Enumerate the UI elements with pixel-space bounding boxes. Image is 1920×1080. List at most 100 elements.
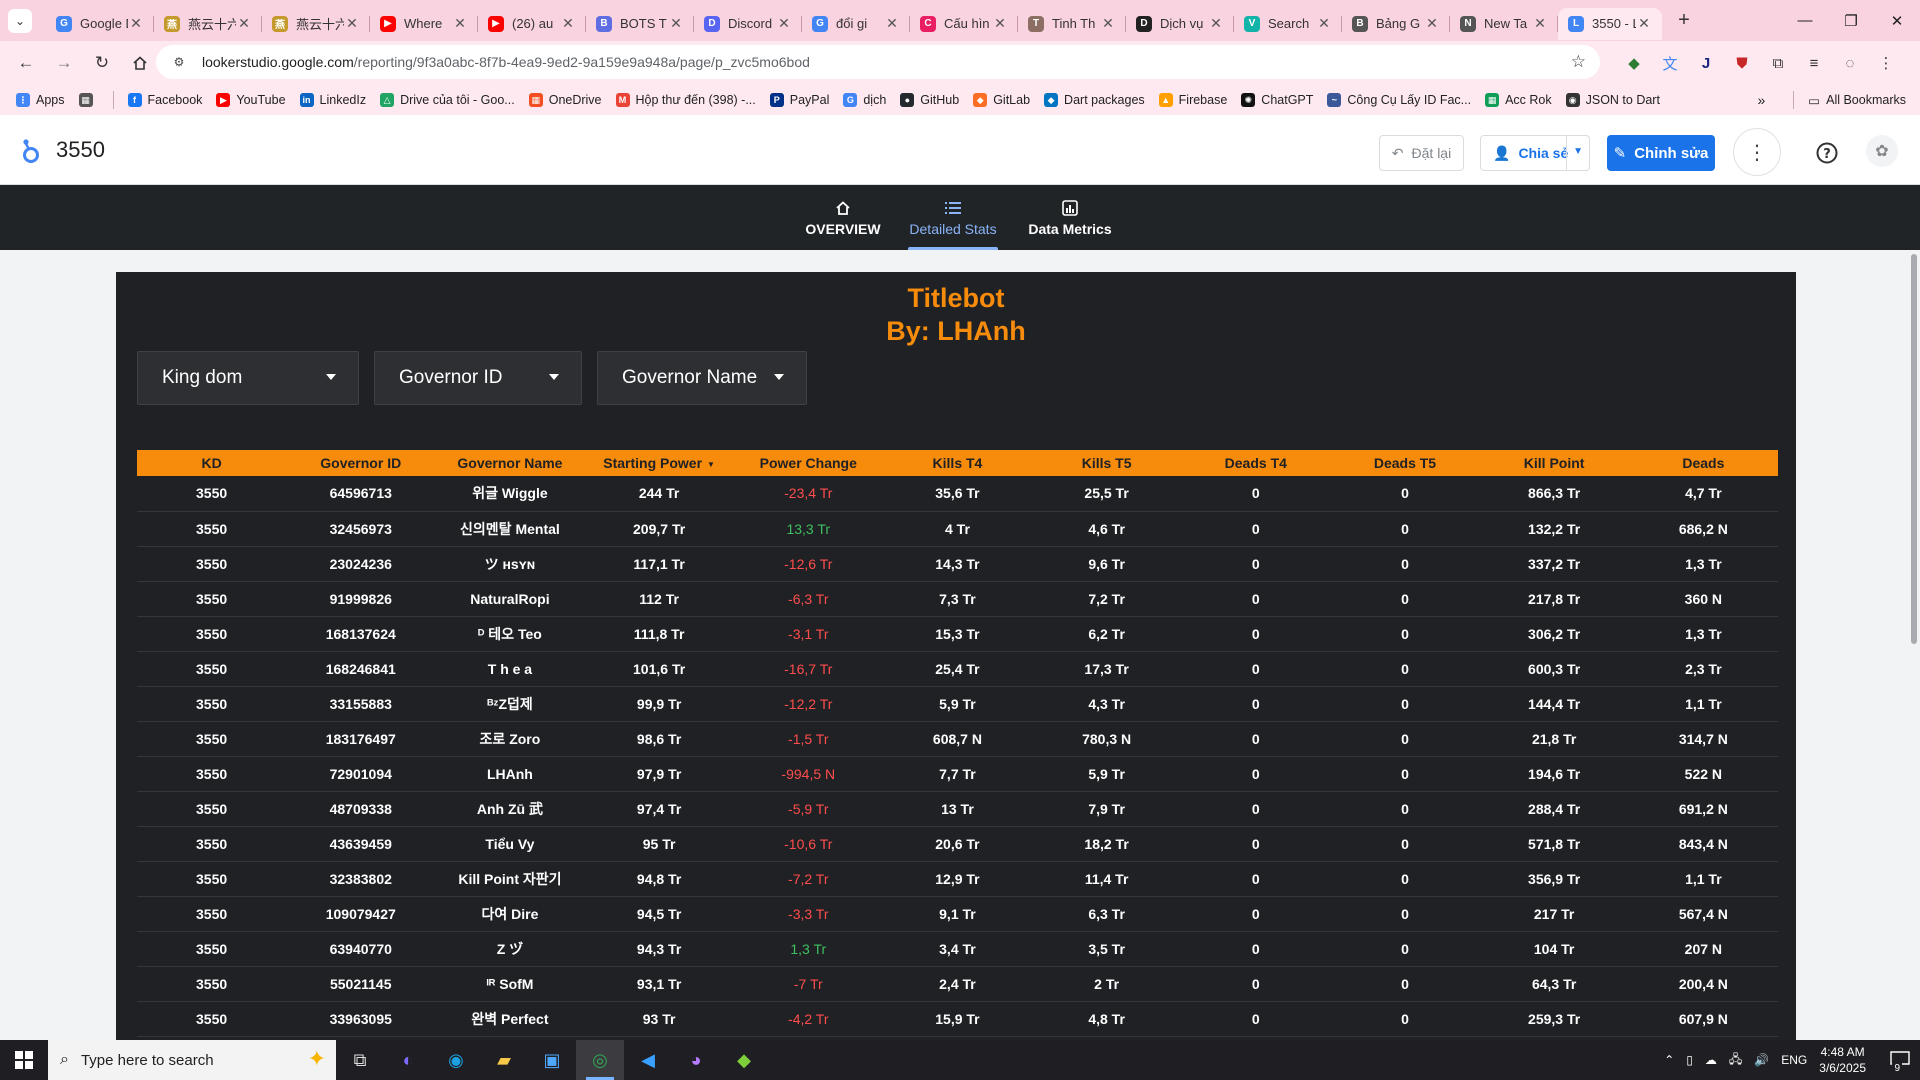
- sort-descending-icon[interactable]: ▼: [707, 460, 715, 469]
- browser-tab[interactable]: 燕燕云十六声✕: [262, 8, 370, 40]
- governor-id-filter[interactable]: Governor ID: [374, 351, 582, 405]
- table-row[interactable]: 3550 109079427 다여 Dire 94,5 Tr -3,3 Tr 9,1 Tr…: [137, 896, 1778, 932]
- onedrive-icon[interactable]: ☁: [1705, 1053, 1717, 1067]
- report-title[interactable]: 3550: [56, 137, 105, 163]
- bluestacks-icon[interactable]: ◆: [720, 1040, 768, 1080]
- translate-extension-icon[interactable]: 文: [1652, 47, 1688, 79]
- tab-close-icon[interactable]: ✕: [884, 15, 900, 32]
- windows-start-icon[interactable]: [0, 1040, 48, 1080]
- column-header[interactable]: Governor ID: [286, 450, 436, 476]
- column-header[interactable]: Governor Name: [435, 450, 585, 476]
- browser-tab[interactable]: N New Ta ✕: [1450, 8, 1558, 40]
- scrollbar-thumb[interactable]: [1911, 254, 1917, 644]
- tab-detailed-stats[interactable]: Detailed Stats: [908, 185, 998, 250]
- back-icon[interactable]: ←: [10, 47, 42, 79]
- bookmark-star-icon[interactable]: ☆: [1571, 52, 1586, 72]
- browser-tab[interactable]: B Bảng G ✕: [1342, 8, 1450, 40]
- tab-close-icon[interactable]: ✕: [1316, 15, 1332, 32]
- bookmark-item[interactable]: Gdịch: [843, 93, 886, 107]
- column-header[interactable]: KD: [137, 450, 287, 476]
- column-header[interactable]: Kills T4: [882, 450, 1033, 476]
- column-header[interactable]: Starting Power ▼: [584, 450, 734, 476]
- bookmark-item[interactable]: ◆ Dart packages: [1044, 93, 1145, 107]
- extension-leaf-icon[interactable]: ◆: [1616, 47, 1652, 79]
- page-scrollbar[interactable]: [1908, 250, 1920, 1040]
- bookmark-item[interactable]: ▦ OneDrive: [528, 93, 602, 107]
- table-row[interactable]: 3550 64596713 위글 Wiggle 244 Tr -23,4 Tr 35,6 …: [137, 476, 1778, 512]
- browser-tab[interactable]: L 3550 - L ✕: [1558, 7, 1662, 40]
- share-button[interactable]: 👤 Chia sẻ ▼: [1480, 135, 1590, 171]
- home-icon[interactable]: [124, 47, 156, 79]
- looker-studio-logo-icon[interactable]: [20, 138, 42, 164]
- table-row[interactable]: 3550 32456973 신의멘탈 Mental 209,7 Tr 13,3 Tr 4 …: [137, 511, 1778, 547]
- browser-tab[interactable]: D Discord ✕: [694, 8, 802, 40]
- browser-tab[interactable]: D Dịch vụ ✕: [1126, 8, 1234, 40]
- all-bookmarks-link[interactable]: All Bookmarks: [1826, 93, 1906, 107]
- browser-tab[interactable]: C Cấu hìn ✕: [910, 8, 1018, 40]
- bookmark-item[interactable]: ▦ Acc Rok: [1485, 93, 1552, 107]
- bookmark-item[interactable]: ▲ Firebase: [1158, 93, 1227, 107]
- table-row[interactable]: 3550 33963095 완벽 Perfect 93 Tr -4,2 Tr 15,9 T…: [137, 1001, 1778, 1037]
- discord-icon[interactable]: ◕: [672, 1040, 720, 1080]
- column-header[interactable]: Kill Point: [1479, 450, 1629, 476]
- close-window-icon[interactable]: ✕: [1874, 0, 1920, 41]
- browser-tab[interactable]: 燕燕云十六声✕: [154, 8, 262, 40]
- tab-close-icon[interactable]: ✕: [344, 15, 360, 32]
- help-icon[interactable]: ?: [1813, 139, 1841, 167]
- table-row[interactable]: 3550 23024236 ツ ʜsʏɴ 117,1 Tr -12,6 Tr 14,3 T…: [137, 546, 1778, 582]
- volume-icon[interactable]: 🔊: [1754, 1053, 1769, 1067]
- bookmark-item[interactable]: P PayPal: [769, 93, 829, 107]
- extensions-puzzle-icon[interactable]: ⧉: [1760, 47, 1796, 79]
- device-icon[interactable]: ▯: [1686, 1053, 1693, 1067]
- table-row[interactable]: 3550 91999826 NaturalRopi 112 Tr -6,3 Tr 7,3 …: [137, 581, 1778, 617]
- column-header[interactable]: Deads: [1628, 450, 1778, 476]
- browser-tab[interactable]: B BOTS T ✕: [586, 8, 694, 40]
- bookmark-item[interactable]: ✺ ChatGPT: [1241, 93, 1313, 107]
- bookmark-item[interactable]: ◆ GitLab: [973, 93, 1030, 107]
- tab-close-icon[interactable]: ✕: [1208, 15, 1224, 32]
- vscode-icon[interactable]: ◀: [624, 1040, 672, 1080]
- taskbar-search-box[interactable]: ⌕ Type here to search ✦: [48, 1040, 336, 1080]
- table-row[interactable]: 3550 55021145 ᴵᴿ SofM 93,1 Tr -7 Tr 2,4 Tr 2 T…: [137, 966, 1778, 1002]
- tab-close-icon[interactable]: ✕: [1532, 15, 1548, 32]
- browser-tab[interactable]: ▶ Where ✕: [370, 8, 478, 40]
- forward-icon[interactable]: →: [48, 47, 80, 79]
- edge-icon[interactable]: ◉: [432, 1040, 480, 1080]
- bookmark-item[interactable]: △ Drive của tôi - Goo...: [380, 93, 515, 107]
- extension-shield-icon[interactable]: ⛊: [1724, 47, 1760, 79]
- kingdom-filter[interactable]: King dom: [137, 351, 359, 405]
- browser-menu-icon[interactable]: ⋮: [1868, 47, 1904, 79]
- file-explorer-icon[interactable]: ▰: [480, 1040, 528, 1080]
- table-row[interactable]: 3550 32383802 Kill Point 자판기 94,8 Tr -7,2 Tr…: [137, 861, 1778, 897]
- bookmark-item[interactable]: ~ Công Cụ Lấy ID Fac...: [1327, 93, 1471, 107]
- edit-button[interactable]: ✎ Chỉnh sửa: [1607, 135, 1715, 171]
- bookmark-item[interactable]: ◉ JSON to Dart: [1565, 93, 1660, 107]
- browser-tab[interactable]: T Tinh Th ✕: [1018, 8, 1126, 40]
- reset-button[interactable]: ↶ Đặt lại: [1379, 135, 1464, 171]
- table-row[interactable]: 3550 43639459 Tiểu Vy 95 Tr -10,6 Tr 20,6 Tr 1…: [137, 826, 1778, 862]
- column-header[interactable]: Kills T5: [1032, 450, 1182, 476]
- avatar[interactable]: ✿: [1866, 135, 1898, 167]
- tab-close-icon[interactable]: ✕: [1424, 15, 1440, 32]
- tab-close-icon[interactable]: ✕: [668, 15, 684, 32]
- bookmark-item[interactable]: ● GitHub: [900, 93, 959, 107]
- bookmark-item[interactable]: ⋮ Apps: [16, 93, 65, 107]
- tab-overview[interactable]: OVERVIEW: [805, 185, 881, 250]
- store-icon[interactable]: ▣: [528, 1040, 576, 1080]
- tab-close-icon[interactable]: ✕: [560, 15, 576, 32]
- new-tab-button[interactable]: +: [1670, 7, 1698, 35]
- show-hidden-icons[interactable]: ⌃: [1664, 1053, 1674, 1067]
- tab-close-icon[interactable]: ✕: [452, 15, 468, 32]
- reload-icon[interactable]: ↻: [86, 47, 118, 79]
- table-row[interactable]: 3550 48709338 Anh Zū 武 97,4 Tr -5,9 Tr 13 Tr 7…: [137, 791, 1778, 827]
- more-options-icon[interactable]: ⋮: [1733, 128, 1781, 176]
- profile-icon[interactable]: ◌: [1832, 47, 1868, 79]
- restore-icon[interactable]: ❐: [1828, 0, 1874, 41]
- browser-tab[interactable]: ▶ (26) au ✕: [478, 8, 586, 40]
- browser-tab[interactable]: G Google Dịch✕: [46, 8, 154, 40]
- copilot-icon[interactable]: ◐: [384, 1040, 432, 1080]
- governor-name-filter[interactable]: Governor Name: [597, 351, 807, 405]
- notification-center-icon[interactable]: 9: [1880, 1040, 1920, 1080]
- share-dropdown-icon[interactable]: ▼: [1573, 146, 1583, 157]
- tab-close-icon[interactable]: ✕: [1636, 15, 1652, 32]
